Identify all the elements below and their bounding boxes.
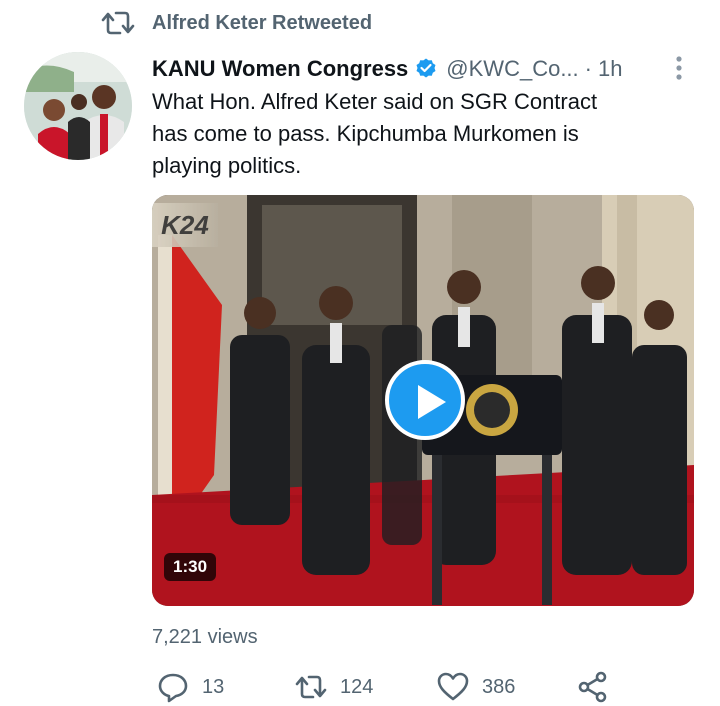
author-handle[interactable]: @KWC_Co... xyxy=(446,56,578,82)
reply-count: 13 xyxy=(202,675,225,698)
share-icon xyxy=(578,671,607,703)
tweet-text: What Hon. Alfred Keter said on SGR Contr… xyxy=(152,89,598,178)
verified-badge-icon xyxy=(416,58,436,78)
retweet-label: Alfred Keter Retweeted xyxy=(152,11,373,34)
tweet-header: KANU Women Congress @KWC_Co... · 1h xyxy=(152,54,692,84)
author-name[interactable]: KANU Women Congress xyxy=(152,56,408,82)
retweet-count: 124 xyxy=(340,675,374,698)
video-duration: 1:30 xyxy=(164,553,217,581)
heart-icon xyxy=(437,672,469,701)
reply-button[interactable]: 13 xyxy=(156,670,224,704)
action-bar: 13 124 386 xyxy=(152,670,692,706)
avatar[interactable] xyxy=(24,52,132,160)
video-player[interactable]: K24 1:30 xyxy=(152,195,694,606)
like-count: 386 xyxy=(482,675,516,698)
retweet-button[interactable]: 124 xyxy=(294,670,373,704)
retweet-context[interactable]: Alfred Keter Retweeted xyxy=(100,8,372,38)
more-options-icon[interactable] xyxy=(672,54,686,82)
play-icon[interactable] xyxy=(385,360,465,440)
retweet-icon xyxy=(295,675,327,699)
reply-icon xyxy=(158,673,188,703)
separator: · xyxy=(584,56,592,81)
share-button[interactable] xyxy=(576,670,610,704)
view-count: 7,221 views xyxy=(152,626,258,648)
retweet-icon xyxy=(101,11,135,35)
like-button[interactable]: 386 xyxy=(436,670,515,704)
timestamp[interactable]: 1h xyxy=(598,56,622,82)
channel-logo: K24 xyxy=(152,203,218,247)
